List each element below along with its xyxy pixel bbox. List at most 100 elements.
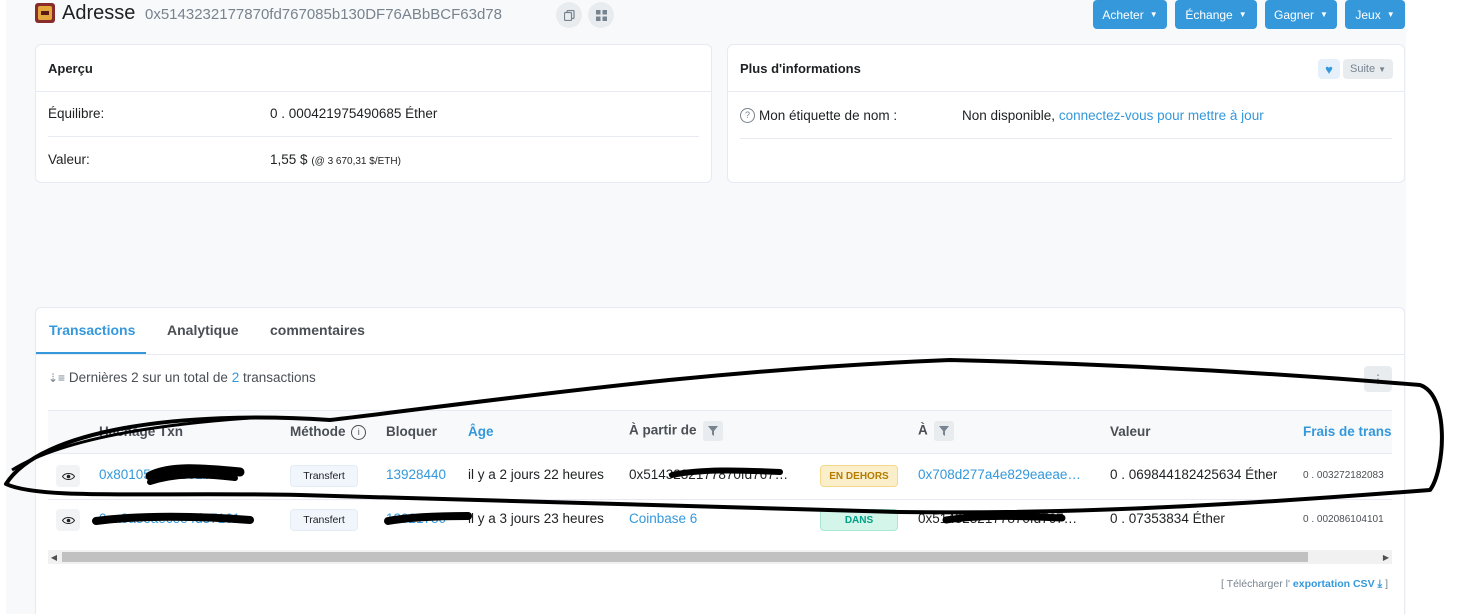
eth-rate: (@ 3 670,31 $/ETH) [311,156,401,167]
eye-icon [61,472,75,480]
more-vertical-icon: ⋮ [1372,372,1384,386]
qr-code-button[interactable] [588,2,614,28]
header-method: Méthode i [290,424,367,440]
chevron-down-icon: ▼ [1386,10,1395,19]
download-icon[interactable]: ⤓ [1378,578,1383,590]
filter-icon[interactable] [702,421,723,441]
exchange-button[interactable]: Échange ▼ [1175,0,1257,29]
txn-fee-text: 0 . 003272182083 [1303,470,1384,481]
info-icon[interactable]: i [351,424,367,440]
chevron-down-icon: ▼ [1378,64,1386,74]
method-badge: Transfert [290,509,358,531]
table-row: 0xa8a3eaecee4d37161… Transfert 13921780 … [48,500,1392,550]
value-text: 0 . 069844182425634 Éther [1110,467,1278,482]
block-link[interactable]: 13921780 [386,511,446,526]
sign-in-link[interactable]: connectez-vous pour mettre à jour [1059,108,1264,123]
overview-card-title: Aperçu [36,45,711,92]
header-block: Bloquer [386,424,438,439]
divider [740,138,1392,139]
overview-card: Aperçu Équilibre: 0 . 000421975490685 Ét… [35,44,712,183]
direction-out-badge: EN DEHORS [820,465,898,487]
balance-value: 0 . 000421975490685 Éther [270,106,438,121]
buy-button[interactable]: Acheter ▼ [1093,0,1167,29]
table-header: Hachage Txn Méthode i Bloquer Âge À part… [48,410,1392,454]
tab-transactions[interactable]: Transactions [49,322,135,338]
page-left-gutter [0,0,6,614]
chevron-down-icon: ▼ [1238,10,1247,19]
page-right-gutter [1406,0,1466,614]
page-title: Adresse [62,2,136,24]
csv-suffix: ] [1385,578,1388,590]
summary-prefix: Dernières 2 sur un total de [68,370,228,385]
view-details-button[interactable] [56,509,80,531]
name-tag-label: Mon étiquette de nom : [759,108,898,123]
more-info-card: Plus d'informations ♥ Suite ▼ ? Mon étiqu… [727,44,1405,183]
csv-download: [ Télécharger l' exportation CSV ⤓ ] [1221,578,1388,591]
balance-label: Équilibre: [48,106,105,121]
value-text: 0 . 07353834 Éther [1110,511,1225,526]
value-amount: 1,55 $ [270,152,308,167]
earn-button[interactable]: Gagner ▼ [1265,0,1337,29]
txn-hash-link[interactable]: 0xa8a3eaecee4d37161… [99,511,271,526]
eye-icon [61,516,75,524]
from-address: 0x5143232177870fd767… [629,467,789,482]
buy-button-label: Acheter [1102,7,1144,22]
transactions-card: Transactions Analytique commentaires ⇣≡ … [35,307,1405,614]
divider [48,136,699,137]
block-link[interactable]: 13928440 [386,467,446,482]
copy-address-button[interactable] [556,2,582,28]
games-button[interactable]: Jeux ▼ [1345,0,1405,29]
favorite-button[interactable]: ♥ [1318,59,1340,79]
tab-comments[interactable]: commentaires [270,322,365,338]
active-tab-indicator [36,352,146,354]
scroll-left-icon[interactable]: ◀ [48,550,60,564]
qr-code-icon [595,9,607,21]
txn-hash-link[interactable]: 0x80105a6c0e61ba1… [99,467,271,482]
tab-bar: Transactions Analytique commentaires [36,308,1404,355]
chevron-down-icon: ▼ [1320,10,1328,19]
exchange-button-label: Échange [1185,7,1233,22]
txn-fee-text: 0 . 002086104101 [1303,514,1384,525]
earn-button-label: Gagner [1274,7,1315,22]
sort-icon: ⇣≡ [48,371,66,385]
page-header: Adresse 0x5143232177870fd767085b130DF76A… [35,0,1405,32]
to-address: 0x5143232177870fd767… [918,511,1078,526]
header-txn-fee[interactable]: Frais de trans [1303,424,1392,439]
filter-icon[interactable] [933,421,954,441]
summary-count-link[interactable]: 2 [232,370,240,385]
header-to: À [918,421,954,441]
from-address-link[interactable]: Coinbase 6 [629,511,799,526]
address-avatar-icon [35,3,55,23]
more-dropdown-label: Suite [1350,63,1376,75]
heart-icon: ♥ [1325,61,1333,77]
name-tag-value: Non disponible, [962,108,1056,123]
summary-suffix: transactions [242,370,316,385]
view-details-button[interactable] [56,465,80,487]
method-badge: Transfert [290,465,358,487]
header-age[interactable]: Âge [468,424,494,439]
transactions-summary: ⇣≡ Dernières 2 sur un total de 2 transac… [48,370,316,385]
copy-icon [563,9,575,21]
horizontal-scrollbar[interactable]: ◀ ▶ [48,550,1392,564]
age-text: il y a 2 jours 22 heures [468,467,604,482]
value-label: Valeur: [48,152,90,167]
csv-export-link[interactable]: exportation CSV [1293,578,1375,590]
tab-analytics[interactable]: Analytique [167,322,239,338]
age-text: il y a 3 jours 23 heures [468,511,604,526]
more-dropdown-button[interactable]: Suite ▼ [1343,59,1393,79]
header-from: À partir de [629,421,723,441]
scroll-right-icon[interactable]: ▶ [1380,550,1392,564]
question-icon: ? [740,108,755,123]
direction-in-badge: DANS [820,509,898,531]
scroll-thumb[interactable] [62,552,1308,562]
more-options-button[interactable]: ⋮ [1364,366,1392,392]
header-txn-hash: Hachage Txn [99,424,184,439]
to-address-link[interactable]: 0x708d277a4e829eaeae… [918,467,1090,482]
address-hash: 0x5143232177870fd767085b130DF76ABbBCF63d… [145,6,502,23]
header-value: Valeur [1110,424,1151,439]
table-row: 0x80105a6c0e61ba1… Transfert 13928440 il… [48,454,1392,500]
more-info-card-title: Plus d'informations [728,45,1404,92]
games-button-label: Jeux [1355,7,1381,22]
csv-prefix: [ Télécharger l' [1221,578,1290,590]
chevron-down-icon: ▼ [1149,10,1158,19]
